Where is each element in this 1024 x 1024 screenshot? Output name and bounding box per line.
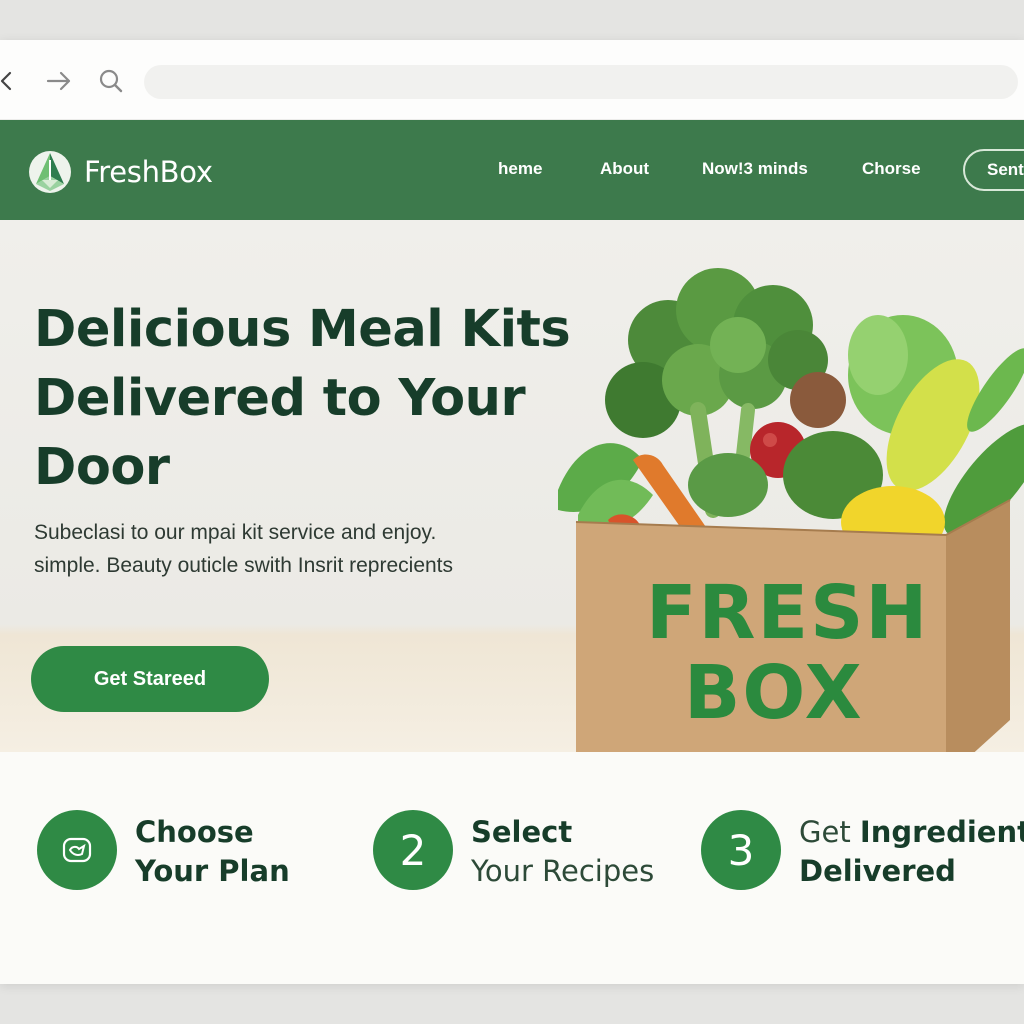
brand-logo[interactable]: FreshBox: [28, 150, 213, 194]
step-3-subtitle: Delivered: [799, 854, 956, 888]
back-arrow-icon[interactable]: [0, 66, 24, 96]
site-header: FreshBox heme About Now!3 minds Chorse S…: [0, 120, 1024, 220]
step-2-title: Select: [471, 815, 573, 849]
box-text-fresh: FRESH: [646, 570, 929, 656]
step-select-recipes: 2 Select Your Recipes: [373, 810, 654, 891]
nav-link-home[interactable]: heme: [498, 159, 542, 179]
box-text-box: BOX: [684, 650, 864, 736]
hero-subtitle: Subeclasi to our mpai kit service and en…: [34, 516, 554, 582]
hero-title: Delicious Meal Kits Delivered to Your Do…: [34, 300, 571, 497]
step-2-subtitle: Your Recipes: [471, 854, 655, 888]
step-3-circle: 3: [701, 810, 781, 890]
hero-section: Delicious Meal Kits Delivered to Your Do…: [0, 220, 1024, 752]
how-it-works-steps: Choose Your Plan 2 Select Your Recipes 3…: [0, 752, 1024, 984]
search-icon[interactable]: [96, 66, 126, 96]
nav-link-how-it-works[interactable]: Now!3 minds: [702, 159, 808, 179]
step-1-subtitle: Your Plan: [135, 854, 290, 888]
step-choose-plan: Choose Your Plan: [37, 810, 290, 891]
produce-box-illustration: FRESH BOX: [558, 268, 1024, 752]
browser-toolbar: [0, 40, 1024, 120]
address-bar[interactable]: [144, 65, 1018, 99]
step-2-circle: 2: [373, 810, 453, 890]
step-get-ingredients: 3 Get Ingredients Delivered: [701, 810, 1024, 891]
brand-name: FreshBox: [84, 155, 213, 189]
freshbox-logo-icon: [29, 151, 71, 193]
step-1-title: Choose: [135, 815, 254, 849]
nav-link-about[interactable]: About: [600, 159, 649, 179]
vegetables: [558, 268, 1024, 558]
header-cta-button[interactable]: Sent: [963, 149, 1024, 191]
browser-window: FreshBox heme About Now!3 minds Chorse S…: [0, 40, 1024, 984]
step-3-title-prefix: Get: [799, 815, 860, 849]
hero-subtitle-line1: Subeclasi to our mpai kit service and en…: [34, 521, 437, 544]
step-1-circle: [37, 810, 117, 890]
hero-subtitle-line2: simple. Beauty outicle swith Insrit repr…: [34, 554, 454, 577]
step-3-title: Ingredients: [859, 815, 1024, 849]
plan-icon: [62, 837, 92, 863]
nav-link-choose[interactable]: Chorse: [862, 159, 921, 179]
forward-arrow-icon[interactable]: [44, 66, 74, 96]
get-started-button[interactable]: Get Stareed: [31, 646, 269, 712]
